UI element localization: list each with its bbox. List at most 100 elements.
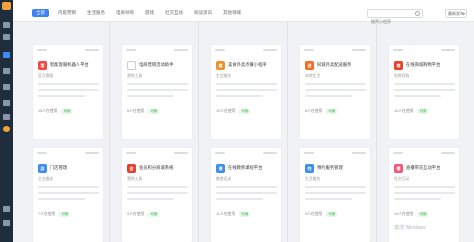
card-header xyxy=(37,47,99,53)
card-header xyxy=(393,150,455,156)
card-header-bar xyxy=(37,152,47,154)
usage-count: 7人在使用 xyxy=(38,212,56,216)
column-divider xyxy=(287,22,288,242)
app-card[interactable]: 约 预约服务管理 生活服务 5人在使用 可用 xyxy=(299,147,371,242)
card-footer: 5人在使用 可用 xyxy=(305,212,338,217)
card-description-line xyxy=(305,186,366,188)
tab-all[interactable]: 全部 xyxy=(32,9,49,17)
card-description-line xyxy=(127,186,188,188)
nav-apps-icon[interactable] xyxy=(3,52,10,58)
tab-reading[interactable]: 阅读资讯 xyxy=(192,9,214,17)
card-description-line xyxy=(305,192,366,194)
tab-content-marketing[interactable]: 内容营销 xyxy=(56,9,78,17)
card-category: 营销工具 xyxy=(127,177,143,181)
app-logo-icon: 店 xyxy=(38,164,47,173)
card-header-bar xyxy=(304,152,314,154)
app-logo-icon: 课 xyxy=(216,164,225,173)
card-description-line xyxy=(38,198,85,200)
card-header-bar xyxy=(393,49,403,51)
search-icon[interactable] xyxy=(415,11,420,16)
card-title[interactable]: 在线教育课程平台 xyxy=(228,165,278,171)
card-header xyxy=(304,47,366,53)
card-header-bar xyxy=(85,49,99,51)
nav-tasks-icon[interactable] xyxy=(3,114,10,120)
app-logo-icon: 播 xyxy=(394,164,403,173)
card-description-line xyxy=(305,198,352,200)
card-title[interactable]: 会员积分商城系统 xyxy=(139,165,189,171)
nav-chat-icon[interactable] xyxy=(3,34,10,40)
card-category: 生活服务 xyxy=(305,177,321,181)
card-description-line xyxy=(394,83,455,85)
app-card[interactable]: 店 门店管理 企业服务 7人在使用 可用 xyxy=(32,147,104,242)
card-category: 教育培训 xyxy=(216,177,232,181)
card-title[interactable]: 预约服务管理 xyxy=(317,165,367,171)
usage-count: 11人在使用 xyxy=(216,212,236,216)
nav-contacts-icon[interactable] xyxy=(3,68,10,74)
app-card[interactable]: 会 会员积分商城系统 营销工具 9人在使用 可用 xyxy=(121,147,193,242)
card-footer: 12人在使用 可用 xyxy=(394,109,429,114)
tab-games[interactable]: 游戏 xyxy=(143,9,156,17)
card-footer: 15人在使用 可用 xyxy=(38,109,73,114)
status-badge: 可用 xyxy=(148,109,160,114)
usage-count: 12人在使用 xyxy=(394,109,414,113)
card-description-line xyxy=(38,186,99,188)
usage-count: 10人在使用 xyxy=(216,109,236,113)
app-card[interactable]: 送 同城外卖配送服务 本地生活 8人在使用 可用 xyxy=(299,44,371,140)
card-footer: 8人在使用 可用 xyxy=(305,109,338,114)
nav-settings-icon[interactable] xyxy=(3,220,10,226)
app-logo-icon[interactable] xyxy=(2,2,11,10)
card-header-bar xyxy=(441,152,455,154)
nav-calendar-icon[interactable] xyxy=(3,84,10,90)
card-description-line xyxy=(305,95,352,97)
app-logo-icon: 会 xyxy=(127,164,136,173)
card-description-line xyxy=(127,89,188,91)
card-title[interactable]: 在线商城购物平台 xyxy=(406,62,456,68)
usage-count: 6人在使用 xyxy=(127,109,145,113)
card-description-line xyxy=(38,95,85,97)
sort-dropdown[interactable]: 最新发布 ▾ xyxy=(445,9,467,18)
card-footer: 11人在使用 可用 xyxy=(216,212,251,217)
sidebar xyxy=(0,0,13,242)
card-category: 生活服务 xyxy=(216,74,232,78)
card-title[interactable]: 美食外卖点餐小程序 xyxy=(228,62,278,68)
column-divider xyxy=(376,22,377,242)
card-title[interactable]: 电商营销活动助手 xyxy=(139,62,189,68)
category-tabs: 全部 内容营销 生活服务 电商导购 游戏 社交互动 阅读资讯 其他领域 xyxy=(32,9,243,17)
usage-count: 15人在使用 xyxy=(38,109,58,113)
nav-docs-icon[interactable] xyxy=(3,100,10,106)
card-category: 官方客服 xyxy=(38,74,54,78)
card-title[interactable]: 同城外卖配送服务 xyxy=(317,62,367,68)
tab-other[interactable]: 其他领域 xyxy=(221,9,243,17)
tab-life-services[interactable]: 生活服务 xyxy=(85,9,107,17)
activation-watermark: 激活 Windows xyxy=(394,225,426,231)
card-header-bar xyxy=(304,49,314,51)
card-header-bar xyxy=(393,152,403,154)
card-board: 客 智能客服机器人平台 官方客服 15人在使用 可用 电商营销活动助手 营销工具… xyxy=(28,22,474,242)
card-title[interactable]: 门店管理 xyxy=(50,165,100,171)
app-card[interactable]: 食 美食外卖点餐小程序 生活服务 10人在使用 可用 xyxy=(210,44,282,140)
card-description-line xyxy=(38,192,99,194)
app-card[interactable]: 电商营销活动助手 营销工具 6人在使用 可用 xyxy=(121,44,193,140)
tab-social[interactable]: 社交互动 xyxy=(163,9,185,17)
usage-count: 5人在使用 xyxy=(305,212,323,216)
app-card[interactable]: 商 在线商城购物平台 电商导购 12人在使用 可用 xyxy=(388,44,460,140)
card-category: 本地生活 xyxy=(305,74,321,78)
card-footer: 14人在使用 可用 xyxy=(394,212,429,217)
card-footer: 10人在使用 可用 xyxy=(216,109,251,114)
tab-ecommerce[interactable]: 电商导购 xyxy=(114,9,136,17)
card-header xyxy=(393,47,455,53)
card-title[interactable]: 智能客服机器人平台 xyxy=(50,62,100,68)
app-logo-icon: 送 xyxy=(305,61,314,70)
card-header-bar xyxy=(126,49,136,51)
card-description-line xyxy=(394,192,455,194)
card-title[interactable]: 直播带货互动平台 xyxy=(406,165,456,171)
search-box[interactable] xyxy=(367,9,423,25)
app-card[interactable]: 课 在线教育课程平台 教育培训 11人在使用 可用 xyxy=(210,147,282,242)
sort-label: 最新发布 xyxy=(448,11,464,16)
status-badge: 可用 xyxy=(326,212,338,217)
app-card[interactable]: 客 智能客服机器人平台 官方客服 15人在使用 可用 xyxy=(32,44,104,140)
nav-help-icon[interactable] xyxy=(3,206,10,212)
nav-notification-icon[interactable] xyxy=(3,126,10,132)
nav-home-icon[interactable] xyxy=(3,22,10,28)
column-divider xyxy=(198,22,199,242)
